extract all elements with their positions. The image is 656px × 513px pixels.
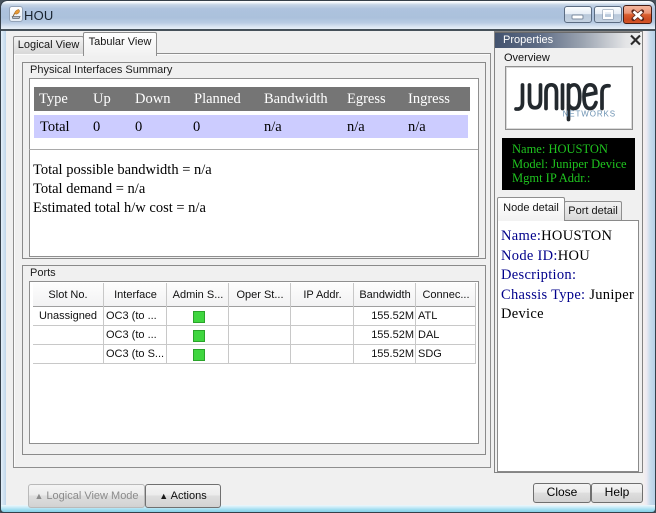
svg-text:NETWORKS: NETWORKS [563,110,616,119]
